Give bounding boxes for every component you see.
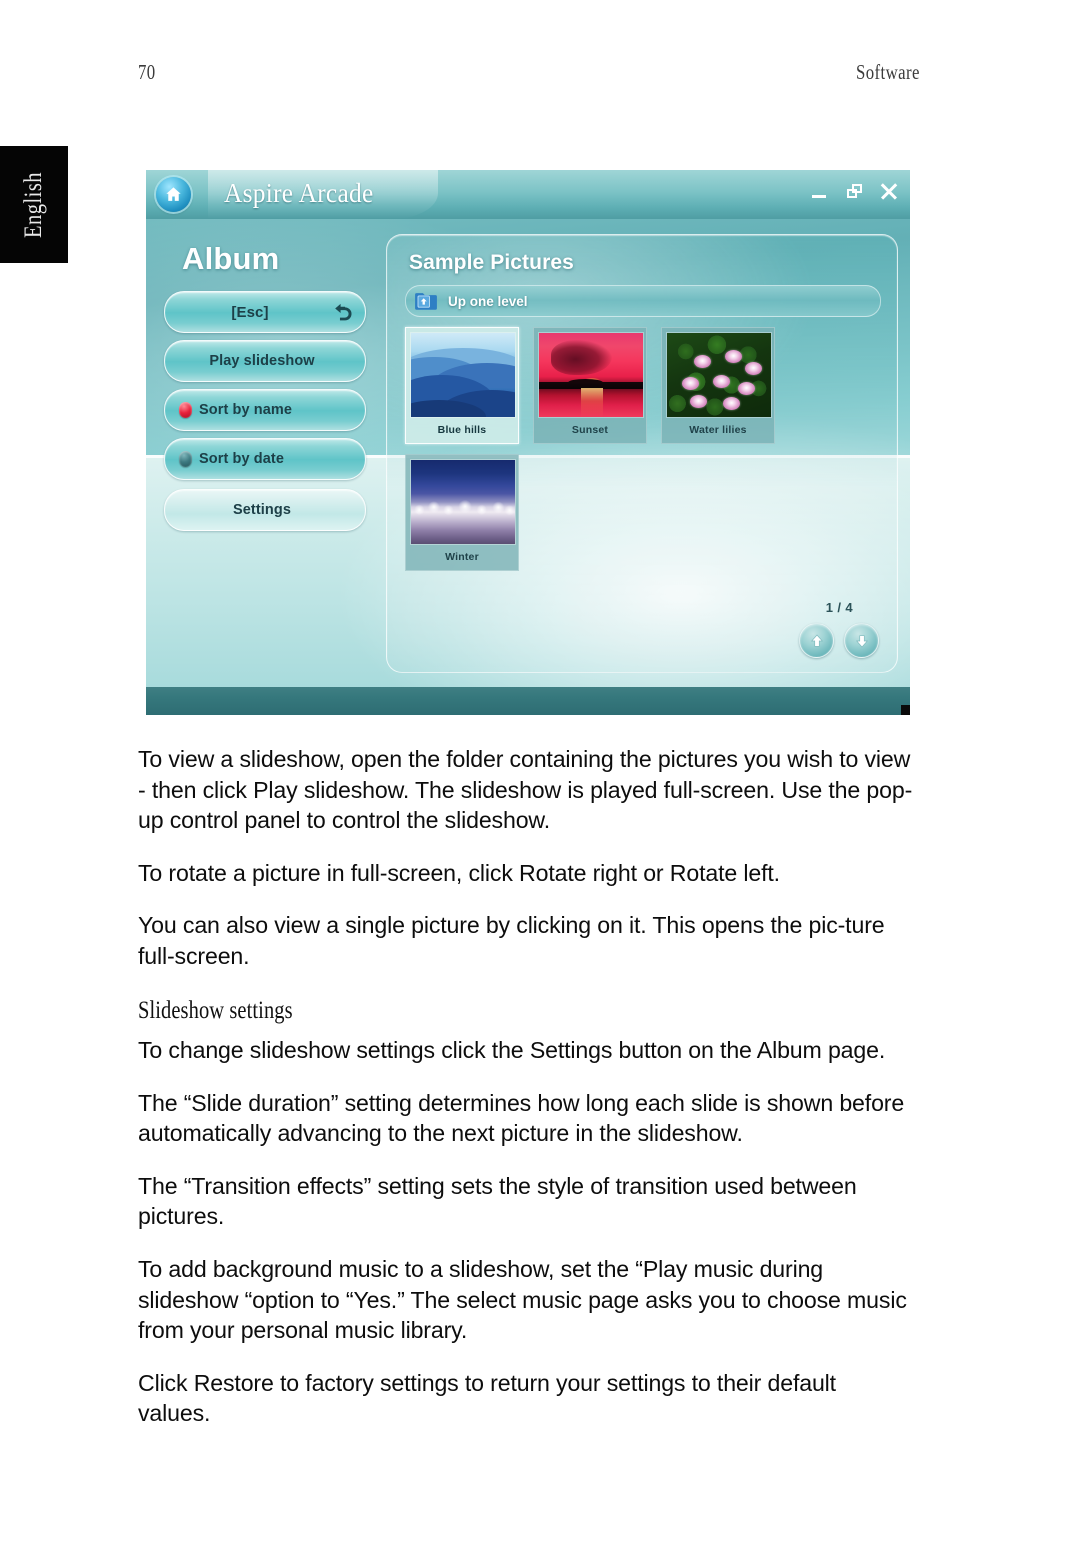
page-count-label: 1 / 4 [825, 600, 853, 615]
sort-by-name-button[interactable]: Sort by name [164, 389, 366, 431]
window-bottom-bar [146, 687, 910, 715]
thumbnail-image-winter [410, 459, 516, 545]
thumbnail-caption: Sunset [571, 424, 609, 436]
sort-by-name-indicator-icon [179, 402, 192, 418]
arrow-up-icon[interactable] [799, 623, 834, 658]
body-copy: To view a slideshow, open the folder con… [138, 744, 926, 1451]
album-left-panel: Album [Esc] Play slideshow Sort by name [146, 219, 378, 687]
content-panel: Sample Pictures Up one level Blue hills [386, 234, 898, 673]
up-one-level-button[interactable]: Up one level [405, 285, 881, 317]
home-icon[interactable] [156, 177, 191, 212]
thumbnail-item[interactable]: Winter [405, 454, 519, 571]
album-menu: [Esc] Play slideshow Sort by name Sort b… [164, 291, 366, 538]
paragraph: You can also view a single picture by cl… [138, 912, 885, 969]
arrow-down-icon[interactable] [844, 623, 879, 658]
paragraph: To view a slideshow, open the folder con… [138, 746, 913, 834]
thumbnail-caption: Winter [445, 551, 479, 563]
thumbnail-grid: Blue hills Sunset Water lilies Winter [405, 327, 887, 571]
paragraph: To change slideshow settings click the S… [138, 1037, 886, 1064]
sort-by-date-label: Sort by date [199, 451, 284, 467]
sort-by-date-indicator-icon [179, 451, 192, 467]
paragraph: The “Slide duration” setting determines … [138, 1089, 905, 1147]
window-controls [808, 180, 900, 202]
paragraph: To add background music to a slideshow, … [138, 1256, 907, 1344]
settings-label: Settings [233, 502, 291, 518]
back-arrow-icon [331, 300, 356, 325]
album-heading: Album [182, 241, 280, 276]
thumbnail-image-water-lilies [666, 332, 772, 418]
folder-title: Sample Pictures [409, 251, 574, 274]
sort-by-date-button[interactable]: Sort by date [164, 438, 366, 480]
play-slideshow-button[interactable]: Play slideshow [164, 340, 366, 382]
thumbnail-image-blue-hills [410, 332, 516, 418]
esc-button[interactable]: [Esc] [164, 291, 366, 333]
paragraph: Click Restore to factory settings to ret… [138, 1369, 836, 1427]
thumbnail-item[interactable]: Water lilies [661, 327, 775, 444]
pager: 1 / 4 [767, 600, 879, 658]
app-title: Aspire Arcade [224, 178, 374, 208]
thumbnail-caption: Blue hills [437, 424, 487, 436]
section-subheading: Slideshow settings [138, 997, 293, 1025]
application-screenshot: Aspire Arcade Album [Esc] Play slideshow… [146, 170, 910, 715]
paragraph: The “Transition effects” setting sets th… [138, 1172, 857, 1230]
paragraph: To rotate a picture in full-screen, clic… [138, 859, 780, 886]
thumbnail-item[interactable]: Blue hills [405, 327, 519, 444]
page-header: 70 Software [138, 60, 920, 90]
minimize-icon[interactable] [808, 180, 830, 202]
page-section-label: Software [856, 60, 920, 84]
sort-by-name-label: Sort by name [199, 402, 293, 418]
thumbnail-item[interactable]: Sunset [533, 327, 647, 444]
title-bar: Aspire Arcade [146, 170, 910, 219]
folder-up-icon [414, 291, 438, 311]
language-tab-label: English [20, 171, 47, 238]
restore-icon[interactable] [843, 180, 865, 202]
language-tab: English [0, 146, 68, 263]
page-number: 70 [138, 60, 156, 84]
up-one-level-label: Up one level [448, 293, 528, 309]
thumbnail-caption: Water lilies [689, 424, 747, 436]
settings-button[interactable]: Settings [164, 489, 366, 531]
play-slideshow-label: Play slideshow [209, 353, 315, 369]
close-icon[interactable] [878, 180, 900, 202]
thumbnail-image-sunset [538, 332, 644, 418]
